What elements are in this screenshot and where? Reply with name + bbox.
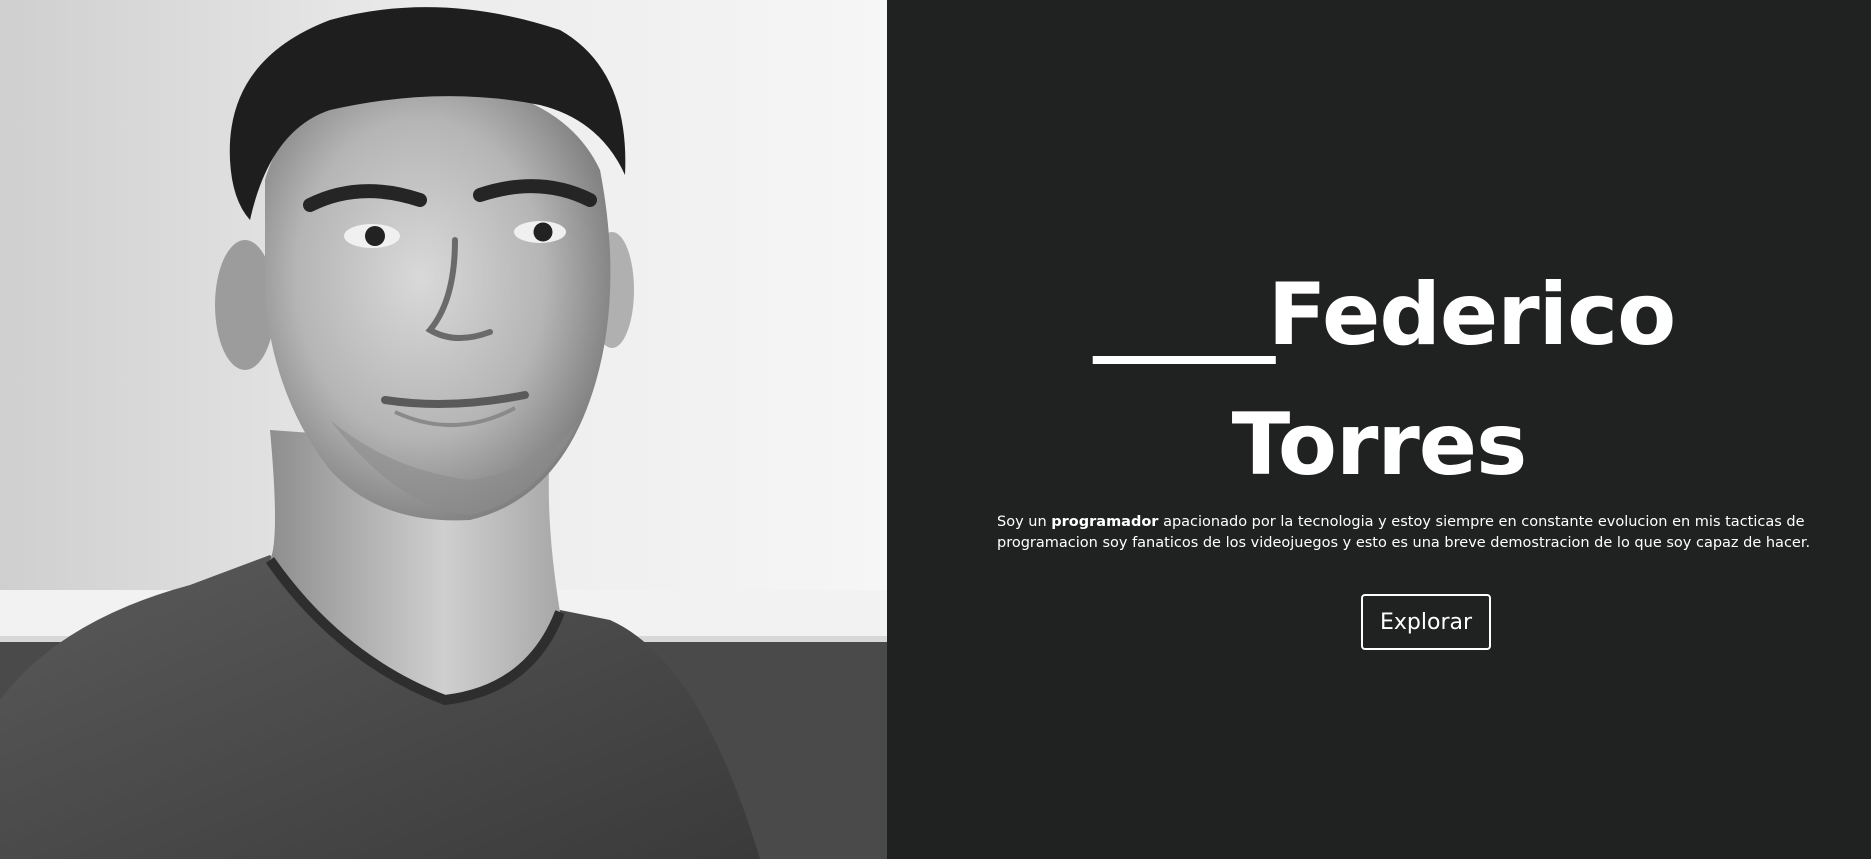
hero-name-line-1: _____Federico <box>887 250 1871 380</box>
bio-line-1-rest: apacionado por la tecnologia y estoy sie… <box>1158 514 1805 530</box>
intro-section: _____Federico Torres Soy un programador … <box>887 0 1871 859</box>
hero-name-prefix: _____ <box>1092 265 1276 365</box>
explore-button[interactable]: Explorar <box>1361 594 1491 650</box>
bio-paragraph: Soy un programador apacionado por la tec… <box>997 512 1810 554</box>
bio-intro: Soy un <box>997 514 1052 530</box>
hero-last-name: Torres <box>1231 395 1528 495</box>
hero-page: _____Federico Torres Soy un programador … <box>0 0 1871 859</box>
bio-line-2: programacion soy fanaticos de los videoj… <box>997 535 1811 551</box>
hero-first-name: Federico <box>1267 265 1676 365</box>
profile-photo <box>0 0 887 859</box>
hero-name-heading: _____Federico Torres <box>887 250 1871 510</box>
portrait-image <box>0 0 887 859</box>
bio-highlight: programador <box>1051 514 1159 530</box>
